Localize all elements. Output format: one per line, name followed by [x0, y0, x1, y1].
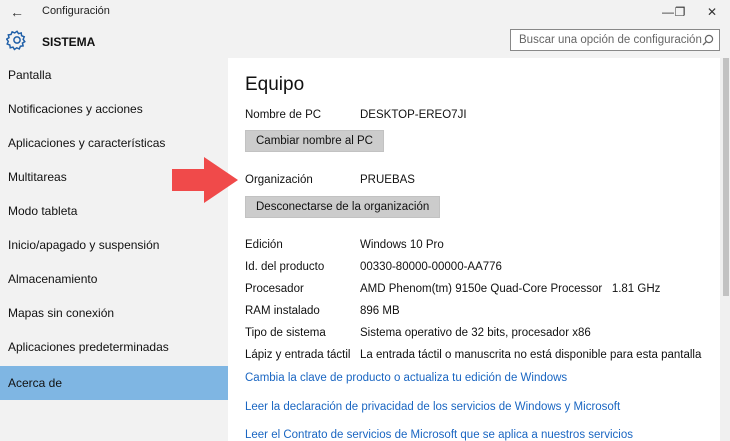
back-arrow-icon[interactable]: ←	[6, 3, 28, 21]
spec-value: Windows 10 Pro	[360, 239, 444, 251]
spec-label: Procesador	[245, 283, 304, 295]
spec-value: 00330-80000-00000-AA776	[360, 261, 502, 273]
search-input[interactable]: Buscar una opción de configuración	[510, 29, 720, 51]
spec-label: Lápiz y entrada táctil	[245, 349, 351, 361]
page-title: Equipo	[245, 74, 305, 95]
sidebar-item-aplicaciones-predeterminadas[interactable]: Aplicaciones predeterminadas	[0, 330, 228, 364]
disconnect-organization-button[interactable]: Desconectarse de la organización	[245, 196, 441, 218]
maximize-icon[interactable]: ❐	[662, 0, 698, 24]
page-header: SISTEMA Buscar una opción de configuraci…	[0, 24, 730, 58]
spec-value: Sistema operativo de 32 bits, procesador…	[360, 327, 591, 339]
title-bar: ← Configuración — ❐ ✕	[0, 0, 730, 24]
spec-label: RAM instalado	[245, 305, 320, 317]
search-placeholder: Buscar una opción de configuración	[519, 34, 702, 46]
rename-pc-button[interactable]: Cambiar nombre al PC	[245, 130, 384, 152]
sidebar-item-notificaciones[interactable]: Notificaciones y acciones	[0, 92, 228, 126]
sidebar-item-mapas[interactable]: Mapas sin conexión	[0, 296, 228, 330]
spec-value: 896 MB	[360, 305, 400, 317]
window-title: Configuración	[42, 5, 110, 17]
sidebar: Pantalla Notificaciones y acciones Aplic…	[0, 58, 228, 441]
section-title: SISTEMA	[42, 35, 96, 49]
close-icon[interactable]: ✕	[694, 0, 730, 24]
sidebar-item-acerca-de[interactable]: Acerca de	[0, 366, 228, 400]
sidebar-item-pantalla[interactable]: Pantalla	[0, 58, 228, 92]
scrollbar[interactable]	[720, 58, 730, 441]
services-agreement-link[interactable]: Leer el Contrato de servicios de Microso…	[245, 429, 633, 441]
scrollbar-thumb[interactable]	[723, 58, 729, 296]
spec-value: La entrada táctil o manuscrita no está d…	[360, 349, 702, 361]
gear-icon	[6, 30, 26, 51]
spec-label: Edición	[245, 239, 283, 251]
search-icon[interactable]	[702, 34, 714, 46]
sidebar-item-almacenamiento[interactable]: Almacenamiento	[0, 262, 228, 296]
organization-label: Organización	[245, 174, 313, 186]
sidebar-item-inicio-apagado[interactable]: Inicio/apagado y suspensión	[0, 228, 228, 262]
spec-label: Id. del producto	[245, 261, 325, 273]
pc-name-label: Nombre de PC	[245, 109, 322, 121]
spec-label: Tipo de sistema	[245, 327, 326, 339]
spec-value: AMD Phenom(tm) 9150e Quad-Core Processor…	[360, 283, 661, 295]
main-content: Equipo Nombre de PC DESKTOP-EREO7JI Camb…	[228, 58, 730, 441]
privacy-statement-link[interactable]: Leer la declaración de privacidad de los…	[245, 401, 620, 413]
change-product-key-link[interactable]: Cambia la clave de producto o actualiza …	[245, 372, 567, 384]
organization-value: PRUEBAS	[360, 174, 415, 186]
red-arrow-icon	[172, 157, 238, 203]
pc-name-value: DESKTOP-EREO7JI	[360, 109, 467, 121]
